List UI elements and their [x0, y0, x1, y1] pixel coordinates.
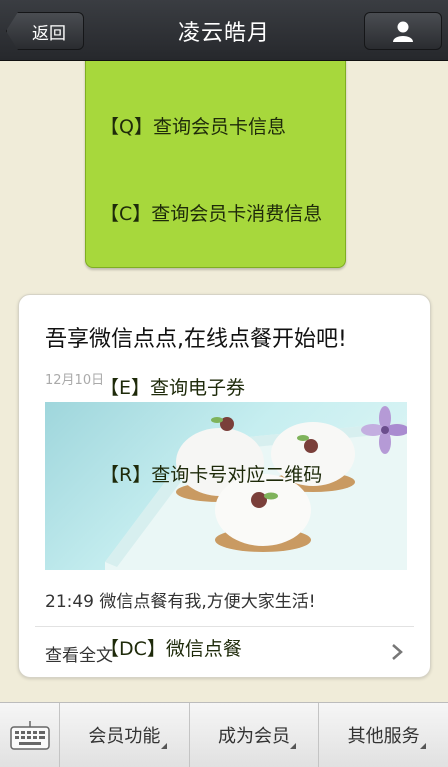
menu-label: 成为会员 — [218, 726, 290, 747]
menu-member-functions[interactable]: 会员功能 — [60, 703, 190, 767]
menu-label: 会员功能 — [88, 726, 161, 747]
bottom-menu-bar: 会员功能 成为会员 其他服务 — [0, 702, 448, 767]
bubble-line: 【Q】查询会员卡信息 — [100, 116, 286, 138]
header-bar: 返回 凌云皓月 — [0, 0, 448, 61]
profile-button[interactable] — [364, 12, 442, 50]
user-icon — [393, 21, 413, 42]
menu-label: 其他服务 — [347, 726, 420, 747]
page-title: 凌云皓月 — [177, 20, 270, 46]
submenu-indicator-icon — [160, 743, 167, 749]
bubble-line: 【C】查询会员卡消费信息 — [100, 203, 323, 225]
article-date: 12月10日 — [45, 373, 105, 388]
bubble-line: 【R】查询卡号对应二维码 — [100, 464, 323, 486]
menu-become-member[interactable]: 成为会员 — [190, 703, 320, 767]
menu-other-services[interactable]: 其他服务 — [319, 703, 448, 767]
bubble-line — [100, 548, 345, 577]
submenu-indicator-icon — [290, 743, 297, 749]
chevron-right-icon[interactable] — [390, 643, 404, 661]
message-bubble: 【Q】查询会员卡信息 【C】查询会员卡消费信息 【E】查询电子券 【R】查询卡号… — [85, 40, 346, 660]
back-button[interactable]: 返回 — [6, 12, 84, 50]
bubble-line: 【E】查询电子券 — [100, 377, 246, 399]
bubble-line: 【DC】微信点餐 — [100, 638, 242, 660]
keyboard-icon — [9, 721, 50, 750]
keyboard-toggle-button[interactable] — [0, 703, 60, 767]
submenu-indicator-icon — [420, 743, 427, 749]
bubble-line — [100, 287, 345, 316]
